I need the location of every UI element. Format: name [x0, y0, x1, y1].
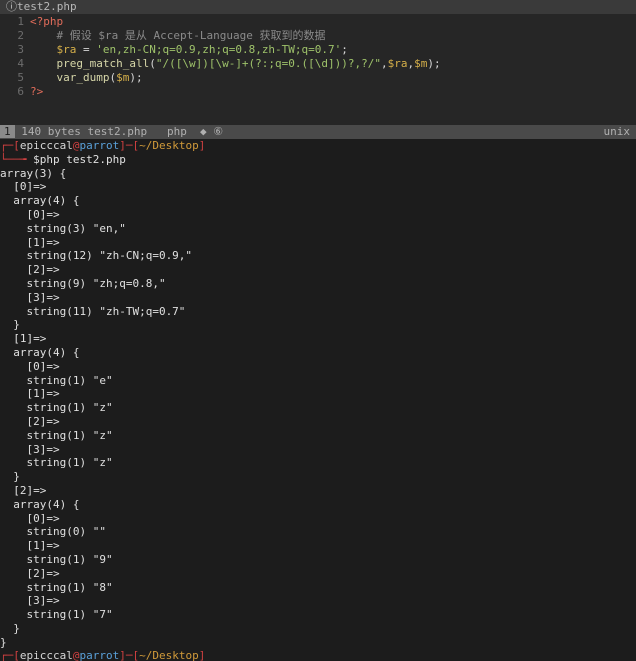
code-token: $ra: [56, 43, 77, 56]
code-token: (: [109, 71, 117, 84]
code-token: ,: [407, 57, 415, 70]
code-token: $ra: [387, 57, 408, 70]
code-line[interactable]: 5 var_dump($m);: [0, 71, 636, 85]
prompt-separator: ]─[: [119, 139, 140, 152]
line-number: 6: [17, 85, 24, 98]
output-line: array(4) {: [0, 194, 80, 208]
code-token: );: [427, 57, 441, 70]
output-line: string(1) "e": [0, 373, 113, 387]
var-dump-output: array(3) { [0]=> array(4) { [0]=> string…: [0, 167, 636, 650]
prompt-bracket-end: ]: [198, 139, 206, 152]
code-token: preg_match_all: [56, 57, 150, 70]
output-line: [1]=>: [0, 235, 60, 249]
output-line: string(3) "en,": [0, 221, 126, 235]
line-number: 3: [17, 43, 24, 56]
code-line[interactable]: 2 # 假设 $ra 是从 Accept-Language 获取到的数据: [0, 29, 636, 43]
output-line: [1]=>: [0, 387, 60, 401]
code-token: # 假设 $ra 是从 Accept-Language 获取到的数据: [56, 29, 326, 42]
prompt-user: epicccal: [19, 649, 73, 661]
output-line: [0]=>: [0, 511, 60, 525]
output-line: [0]=>: [0, 207, 60, 221]
output-line: [1]=>: [0, 332, 47, 346]
output-line: [0]=>: [0, 180, 47, 194]
vim-editor[interactable]: 1 <?php 2 # 假设 $ra 是从 Accept-Language 获取到的…: [0, 14, 636, 125]
output-line: [2]=>: [0, 566, 60, 580]
prompt-host: parrot: [79, 649, 120, 661]
code-token: 'en,zh-CN;q=0.9,zh;q=0.8,zh-TW;q=0.7': [96, 43, 342, 56]
command-line: └──╼ $php test2.php: [0, 153, 636, 167]
code-token: );: [129, 71, 143, 84]
code-line[interactable]: 3 $ra = 'en,zh-CN;q=0.9,zh;q=0.8,zh-TW;q…: [0, 43, 636, 57]
terminal-window[interactable]: ⓘtest2.php 1 <?php 2 # 假设 $ra 是从 Accept-La…: [0, 0, 636, 661]
output-line: [3]=>: [0, 290, 60, 304]
output-line: string(11) "zh-TW;q=0.7": [0, 304, 186, 318]
output-line: [2]=>: [0, 414, 60, 428]
output-line: string(1) "9": [0, 552, 113, 566]
status-file-format: unix: [603, 125, 631, 138]
output-line: [1]=>: [0, 539, 60, 553]
output-line: [2]=>: [0, 263, 60, 277]
prompt-bracket: ┌─[: [0, 139, 20, 152]
status-buffer-number: 1: [0, 125, 15, 138]
output-line: string(0) "": [0, 525, 106, 539]
output-line: }: [0, 318, 20, 332]
code-line[interactable]: 6 ?>: [0, 85, 636, 99]
prompt-line-2: ┌─[epicccal@parrot]─[~/Desktop]: [0, 649, 636, 661]
terminal-output: ┌─[epicccal@parrot]─[~/Desktop] └──╼ $ph…: [0, 139, 636, 661]
line-number: 5: [17, 71, 24, 84]
code-token: <?php: [30, 15, 64, 28]
prompt-line: ┌─[epicccal@parrot]─[~/Desktop]: [0, 139, 636, 153]
code-token: =: [76, 43, 97, 56]
code-token: (: [149, 57, 156, 70]
output-line: array(3) {: [0, 166, 67, 180]
line-number: 1: [17, 15, 24, 28]
output-line: array(4) {: [0, 345, 80, 359]
output-line: string(1) "z": [0, 456, 113, 470]
code-line[interactable]: 4 preg_match_all("/([\w])[\w-]+(?:;q=0.(…: [0, 57, 636, 71]
status-file-info: 140 bytes test2.php php ◆ ⑥: [14, 125, 224, 138]
output-line: array(4) {: [0, 497, 80, 511]
output-line: [3]=>: [0, 594, 60, 608]
output-line: string(1) "z": [0, 428, 113, 442]
output-line: }: [0, 635, 7, 649]
code-token: "/([\w])[\w-]+(?:;q=0.([\d]))?,?/": [155, 57, 382, 70]
command-text: $php test2.php: [33, 152, 126, 166]
vim-status-line: 1 140 bytes test2.php php ◆ ⑥ unix: [0, 125, 636, 139]
prompt-host: parrot: [79, 139, 120, 152]
code-token: ?>: [30, 85, 44, 98]
prompt-bracket: ┌─[: [0, 649, 20, 661]
output-line: string(1) "7": [0, 608, 113, 622]
prompt-path: ~/Desktop: [139, 139, 199, 152]
code-line[interactable]: 1 <?php: [0, 15, 636, 29]
info-icon: ⓘ: [6, 0, 17, 13]
vim-tab-bar: ⓘtest2.php: [0, 0, 636, 14]
prompt-path: ~/Desktop: [139, 649, 199, 661]
line-number: 4: [17, 57, 24, 70]
output-line: [3]=>: [0, 442, 60, 456]
code-token: $m: [116, 71, 130, 84]
line-number: 2: [17, 29, 24, 42]
code-token: ,: [381, 57, 388, 70]
code-token: $m: [414, 57, 428, 70]
code-token: ;: [341, 43, 348, 56]
prompt-bracket-end: ]: [198, 649, 206, 661]
output-line: }: [0, 621, 20, 635]
output-line: string(12) "zh-CN;q=0.9,": [0, 249, 193, 263]
code-token: var_dump: [56, 71, 110, 84]
output-line: string(9) "zh;q=0.8,": [0, 276, 166, 290]
output-line: string(1) "z": [0, 401, 113, 415]
prompt-separator: ]─[: [119, 649, 140, 661]
prompt-arrow: └──╼: [0, 152, 34, 166]
output-line: [0]=>: [0, 359, 60, 373]
vim-tab-title[interactable]: test2.php: [17, 0, 77, 13]
output-line: string(1) "8": [0, 580, 113, 594]
prompt-user: epicccal: [19, 139, 73, 152]
output-line: }: [0, 470, 20, 484]
output-line: [2]=>: [0, 483, 47, 497]
